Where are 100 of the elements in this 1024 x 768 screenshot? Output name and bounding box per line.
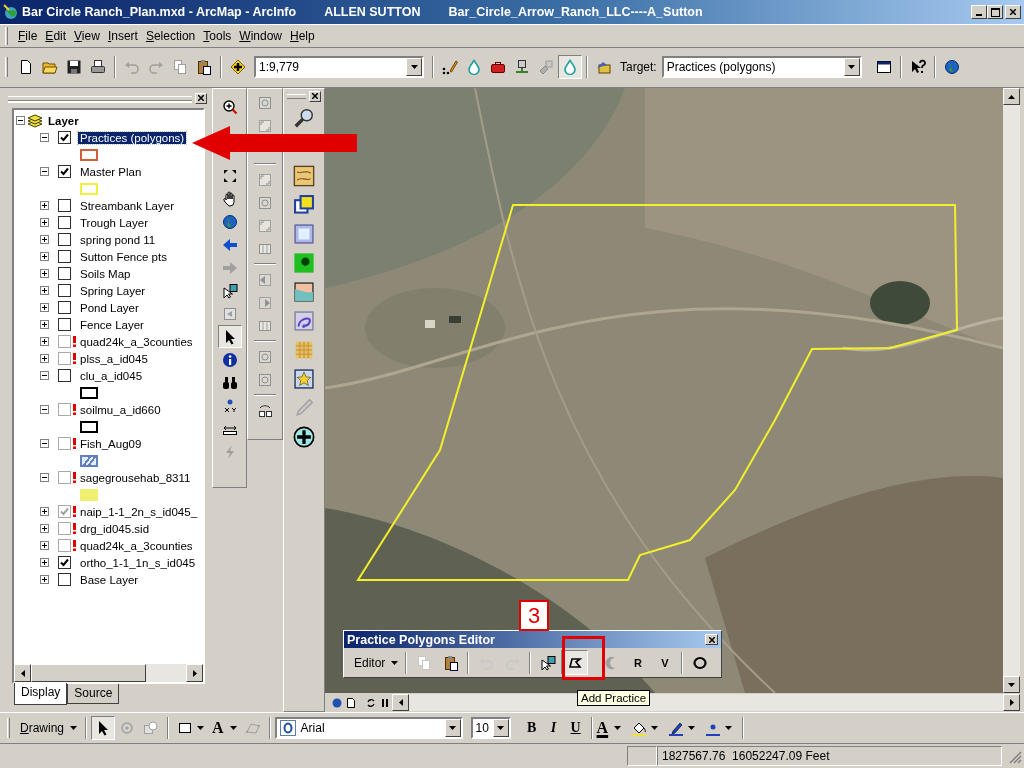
binoculars-icon[interactable] bbox=[221, 374, 238, 391]
collapse-icon[interactable] bbox=[40, 405, 49, 414]
tab[interactable]: Display bbox=[14, 683, 68, 705]
info-icon[interactable] bbox=[221, 351, 238, 368]
expand-icon[interactable] bbox=[40, 320, 49, 329]
dropdown-button[interactable] bbox=[444, 719, 461, 737]
tree-item[interactable]: drg_id045.sid bbox=[80, 522, 150, 535]
tree-item[interactable]: naip_1-1_2n_s_id045_ bbox=[80, 505, 198, 518]
scroll-up-button[interactable] bbox=[1003, 88, 1020, 105]
menu-item[interactable]: Selection bbox=[141, 29, 200, 43]
scroll-right-button[interactable] bbox=[186, 664, 203, 682]
expand-icon[interactable] bbox=[40, 558, 49, 567]
select-elements-icon[interactable] bbox=[221, 282, 238, 299]
page-icon[interactable] bbox=[347, 697, 355, 708]
maximize-button[interactable] bbox=[987, 5, 1003, 19]
tool-button[interactable]: R bbox=[624, 650, 652, 675]
tree-item[interactable]: Master Plan bbox=[80, 165, 142, 178]
checkbox[interactable] bbox=[58, 573, 71, 586]
close-button[interactable] bbox=[195, 92, 207, 104]
frame-icon[interactable] bbox=[293, 222, 315, 245]
tree-item[interactable]: quad24k_a_3counties bbox=[80, 539, 193, 552]
tree-item[interactable]: sagegrousehab_8311 bbox=[80, 471, 191, 484]
close-button[interactable] bbox=[1005, 5, 1021, 19]
expand-icon[interactable] bbox=[40, 235, 49, 244]
collapse-icon[interactable] bbox=[40, 473, 49, 482]
checkbox[interactable] bbox=[58, 165, 71, 178]
tree-item[interactable]: ortho_1-1_1n_s_id045 bbox=[80, 556, 196, 569]
paste-icon[interactable] bbox=[196, 58, 212, 75]
scroll-right-button[interactable] bbox=[1003, 694, 1020, 711]
expand-icon[interactable] bbox=[40, 269, 49, 278]
checkbox[interactable] bbox=[58, 369, 71, 382]
zoom-out-arrows-icon[interactable] bbox=[221, 167, 238, 184]
font-size-field[interactable]: 10 bbox=[470, 717, 511, 739]
checkbox[interactable] bbox=[58, 250, 71, 263]
menu-item[interactable]: Insert bbox=[103, 29, 142, 43]
globe-icon[interactable] bbox=[332, 697, 342, 708]
scroll-thumb[interactable] bbox=[31, 664, 146, 682]
tool-button[interactable]: V bbox=[651, 650, 679, 675]
checkbox[interactable] bbox=[58, 216, 71, 229]
tree-item[interactable]: Fish_Aug09 bbox=[80, 437, 142, 450]
search-icon[interactable] bbox=[293, 106, 315, 129]
zoom-icon[interactable] bbox=[143, 720, 160, 736]
swap-icon[interactable] bbox=[257, 402, 273, 419]
expand-icon[interactable] bbox=[40, 524, 49, 533]
add-data-icon[interactable] bbox=[230, 58, 246, 75]
tree-item[interactable]: Pond Layer bbox=[80, 301, 139, 314]
bold-button[interactable]: B bbox=[520, 717, 543, 739]
overlay-icon[interactable] bbox=[293, 193, 315, 216]
checkbox[interactable] bbox=[58, 556, 71, 569]
checkbox[interactable] bbox=[58, 522, 71, 535]
dropdown-button[interactable] bbox=[843, 57, 860, 76]
tree-item[interactable]: Streambank Layer bbox=[80, 199, 174, 212]
tree-item[interactable]: Trough Layer bbox=[80, 216, 148, 229]
expand-icon[interactable] bbox=[40, 218, 49, 227]
tree-item[interactable]: Spring Layer bbox=[80, 284, 146, 297]
panel-grip[interactable] bbox=[287, 93, 306, 99]
tree-item[interactable]: Practices (polygons) bbox=[78, 131, 187, 144]
menu-item[interactable]: View bbox=[70, 29, 104, 43]
collapse-icon[interactable] bbox=[40, 439, 49, 448]
editor-icon[interactable] bbox=[442, 58, 458, 75]
expand-icon[interactable] bbox=[40, 541, 49, 550]
hand-icon[interactable] bbox=[221, 190, 238, 207]
checkbox[interactable] bbox=[58, 131, 71, 144]
checkbox[interactable] bbox=[58, 335, 71, 348]
menu-item[interactable]: Tools bbox=[199, 29, 236, 43]
checkbox[interactable] bbox=[58, 505, 71, 518]
checkbox[interactable] bbox=[58, 352, 71, 365]
drawing-menu[interactable]: Drawing bbox=[16, 721, 82, 735]
printer-icon[interactable] bbox=[90, 58, 106, 75]
tree-item[interactable]: plss_a_id045 bbox=[80, 352, 148, 365]
paste-icon[interactable] bbox=[442, 654, 459, 671]
checkbox[interactable] bbox=[58, 301, 71, 314]
panel-grip[interactable] bbox=[8, 95, 192, 101]
rectangle-icon[interactable] bbox=[177, 720, 194, 736]
target-field[interactable]: Practices (polygons) bbox=[661, 55, 862, 78]
tree-item[interactable]: clu_a_id045 bbox=[80, 369, 143, 382]
dropdown-button[interactable] bbox=[492, 719, 509, 737]
fill-bucket-icon[interactable] bbox=[631, 720, 648, 736]
checkbox[interactable] bbox=[58, 267, 71, 280]
expand-icon[interactable] bbox=[40, 201, 49, 210]
globe-icon[interactable] bbox=[221, 213, 238, 230]
close-button[interactable] bbox=[309, 90, 321, 102]
checkbox[interactable] bbox=[58, 284, 71, 297]
tree-item[interactable]: Soils Map bbox=[80, 267, 131, 280]
curve-icon[interactable] bbox=[293, 309, 315, 332]
water-drop-icon[interactable] bbox=[466, 58, 482, 75]
network-icon[interactable] bbox=[514, 58, 530, 75]
dropdown-button[interactable] bbox=[406, 57, 422, 76]
checkbox[interactable] bbox=[58, 233, 71, 246]
back-arrow-icon[interactable] bbox=[221, 236, 238, 253]
collapse-icon[interactable] bbox=[40, 371, 49, 380]
minimize-button[interactable] bbox=[971, 5, 987, 19]
font-color-button[interactable]: A bbox=[596, 719, 609, 737]
tab[interactable]: Source bbox=[67, 684, 120, 704]
globe-icon[interactable] bbox=[943, 58, 960, 75]
checkbox[interactable] bbox=[58, 403, 71, 416]
scale-field[interactable]: 1:9,779 bbox=[254, 55, 424, 78]
save-icon[interactable] bbox=[66, 58, 82, 75]
circle-icon[interactable] bbox=[691, 654, 708, 671]
terrain-map-icon[interactable] bbox=[293, 251, 315, 274]
